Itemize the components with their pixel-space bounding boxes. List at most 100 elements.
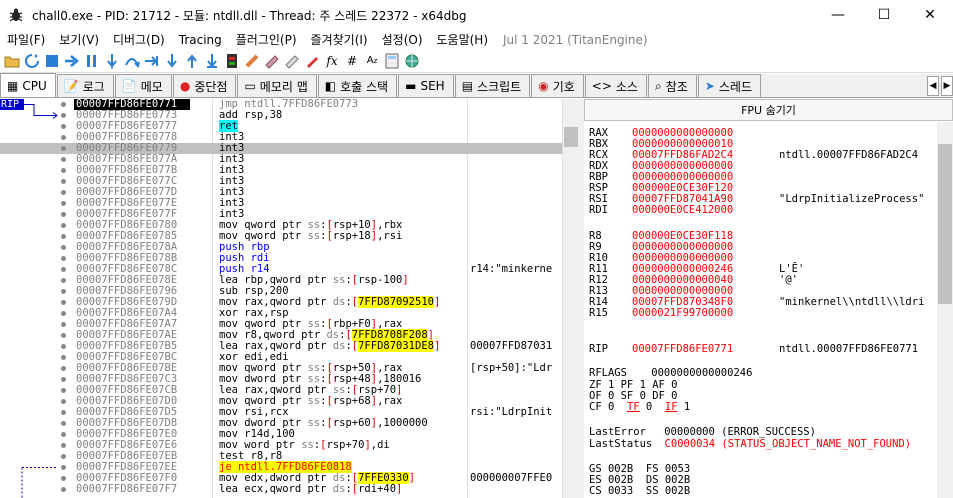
instruction-comment: 000000007FFE0	[470, 473, 553, 484]
register-comment: '@'	[779, 274, 798, 286]
register-row-rdi[interactable]: RDI 000000E0CE412000	[584, 205, 937, 216]
register-row-r15[interactable]: R15 0000021F99700000	[584, 308, 937, 319]
menu-file[interactable]: 파일(F)	[0, 31, 52, 48]
step-over-icon[interactable]	[123, 52, 141, 70]
instruction-text: int3	[219, 153, 245, 165]
tab-threads[interactable]: ➤ 스레드	[697, 74, 761, 97]
font-icon[interactable]: Az	[363, 52, 381, 70]
registers-scrollbar[interactable]	[937, 122, 953, 498]
tab-scroll-left-icon[interactable]: ◀	[927, 76, 939, 96]
instruction-text: add rsp,38	[219, 109, 283, 121]
menu-bar: 파일(F) 보기(V) 디버그(D) Tracing 플러그인(P) 즐겨찾기(…	[0, 30, 953, 49]
restart-icon[interactable]	[23, 52, 41, 70]
menu-options[interactable]: 설정(O)	[375, 31, 430, 48]
breakpoint-gutter-dot[interactable]	[59, 484, 68, 498]
comment-icon[interactable]	[263, 52, 281, 70]
flags-line-3[interactable]: CF 0 TF 0 IF 1	[589, 402, 690, 413]
instruction-comment: [rsp+50]:"Ldr	[470, 363, 553, 374]
minimize-button[interactable]: —	[815, 0, 861, 30]
instruction-text: int3	[219, 175, 245, 187]
window-title: chall0.exe - PID: 21712 - 모듈: ntdll.dll …	[32, 8, 467, 23]
scylla-icon[interactable]	[223, 52, 241, 70]
tab-source[interactable]: <> 소스	[584, 74, 647, 97]
title-bar: chall0.exe - PID: 21712 - 모듈: ntdll.dll …	[0, 0, 953, 30]
last-status-row: LastStatus C0000034 (STATUS_OBJECT_NAME_…	[589, 438, 912, 450]
menu-favourites[interactable]: 즐겨찾기(I)	[304, 31, 375, 48]
hash-icon[interactable]: #	[343, 52, 361, 70]
register-comment: "LdrpInitializeProcess"	[779, 193, 925, 205]
register-name: RDI	[589, 204, 608, 216]
disasm-row[interactable]: 00007FFD86FE07F7 lea ecx,qword ptr ds:[rd…	[0, 484, 562, 495]
rflags-row: RFLAGS 0000000000000246	[589, 367, 753, 379]
menu-tracing[interactable]: Tracing	[172, 33, 229, 47]
tab-references[interactable]: ⌕ 참조	[647, 74, 697, 97]
label-icon[interactable]	[283, 52, 301, 70]
register-row-rip[interactable]: RIP 00007FFD86FE0771 ntdll.00007FFD86FE077…	[584, 344, 937, 355]
instruction-comment: r14:"minkerne	[470, 264, 553, 275]
disassembly-scrollbar[interactable]	[562, 99, 578, 498]
close-icon[interactable]	[43, 52, 61, 70]
register-name: R15	[589, 307, 608, 319]
run-to-user-code-icon[interactable]	[203, 52, 221, 70]
segment-line-3: CS 0033 SS 002B	[589, 485, 691, 497]
instruction-text: int3	[219, 197, 245, 209]
open-icon[interactable]	[3, 52, 21, 70]
step-into-icon[interactable]	[103, 52, 121, 70]
register-comment: ntdll.00007FFD86FE0771	[779, 343, 919, 355]
function-icon[interactable]: fx	[323, 52, 341, 70]
call-stack-icon: ◧	[324, 79, 337, 93]
execute-till-return-icon[interactable]	[183, 52, 201, 70]
hide-fpu-button[interactable]: FPU 숨기기	[584, 99, 953, 121]
tab-log[interactable]: 📝 로그	[56, 74, 114, 97]
run-icon[interactable]	[63, 52, 81, 70]
register-value: 0000021F99700000	[632, 307, 734, 319]
cpu-icon: ▦	[7, 78, 19, 93]
toolbar: fx # Az	[0, 49, 953, 73]
tab-symbols[interactable]: ◉ 기호	[531, 74, 584, 97]
tab-cpu[interactable]: ▦ CPU	[0, 73, 56, 97]
threads-icon: ➤	[704, 79, 715, 93]
instruction-comment: 00007FFD87031	[470, 341, 553, 352]
tab-breakpoints[interactable]: ● 중단점	[172, 74, 237, 97]
register-value: 00007FFD86FE0771	[632, 343, 734, 355]
instruction-text: int3	[219, 164, 245, 176]
tab-script[interactable]: ▤ 스크립트	[454, 74, 531, 97]
script-icon: ▤	[461, 79, 474, 93]
bookmark-icon[interactable]	[303, 52, 321, 70]
instruction-text: int3	[219, 131, 245, 143]
instruction-text: int3	[219, 186, 245, 198]
tab-notes[interactable]: 📄 메모	[114, 74, 172, 97]
menu-help[interactable]: 도움말(H)	[430, 31, 496, 48]
instruction-text: ret	[219, 120, 238, 132]
symbols-icon: ◉	[538, 79, 549, 93]
trace-into-icon[interactable]	[143, 52, 161, 70]
menu-plugins[interactable]: 플러그인(P)	[229, 31, 304, 48]
pause-icon[interactable]	[83, 52, 101, 70]
register-value: 000000E0CE412000	[632, 204, 734, 216]
trace-over-icon[interactable]	[163, 52, 181, 70]
tab-seh[interactable]: ▬ SEH	[398, 74, 454, 97]
register-name: RIP	[589, 343, 608, 355]
close-button[interactable]: ✕	[907, 0, 953, 30]
references-icon: ⌕	[654, 78, 662, 93]
disassembly-view[interactable]: RIP 00007FFD86FE0771 jmp ntdll.7FFD86FE07…	[0, 99, 578, 498]
registers-pane[interactable]: FPU 숨기기 RAX 0000000000000000 RBX 0000000000…	[584, 99, 953, 498]
globe-icon[interactable]	[403, 52, 421, 70]
patch-icon[interactable]	[243, 52, 261, 70]
version-label: Jul 1 2021 (TitanEngine)	[503, 32, 648, 47]
register-comment: "minkernel\\ntdll\\ldri	[779, 296, 925, 308]
memory-map-icon: ▭	[244, 79, 256, 93]
tab-bar: ▦ CPU 📝 로그 📄 메모 ● 중단점 ▭ 메모리 맵 ◧ 호출 스택 ▬ SEH ▤ 스크…	[0, 73, 953, 98]
menu-debug[interactable]: 디버그(D)	[106, 31, 172, 48]
instruction-comment: rsi:"LdrpInit	[470, 407, 553, 418]
calculator-icon[interactable]	[383, 52, 401, 70]
tab-memory-map[interactable]: ▭ 메모리 맵	[237, 74, 317, 97]
notes-icon: 📄	[121, 79, 137, 93]
tab-scroll-right-icon[interactable]: ▶	[941, 76, 953, 96]
tab-call-stack[interactable]: ◧ 호출 스택	[317, 74, 398, 97]
bug-icon	[8, 7, 24, 23]
log-icon: 📝	[63, 79, 79, 93]
menu-view[interactable]: 보기(V)	[52, 31, 106, 48]
last-error-row: LastError 00000000 (ERROR_SUCCESS)	[589, 426, 816, 438]
maximize-button[interactable]: ☐	[861, 0, 907, 30]
